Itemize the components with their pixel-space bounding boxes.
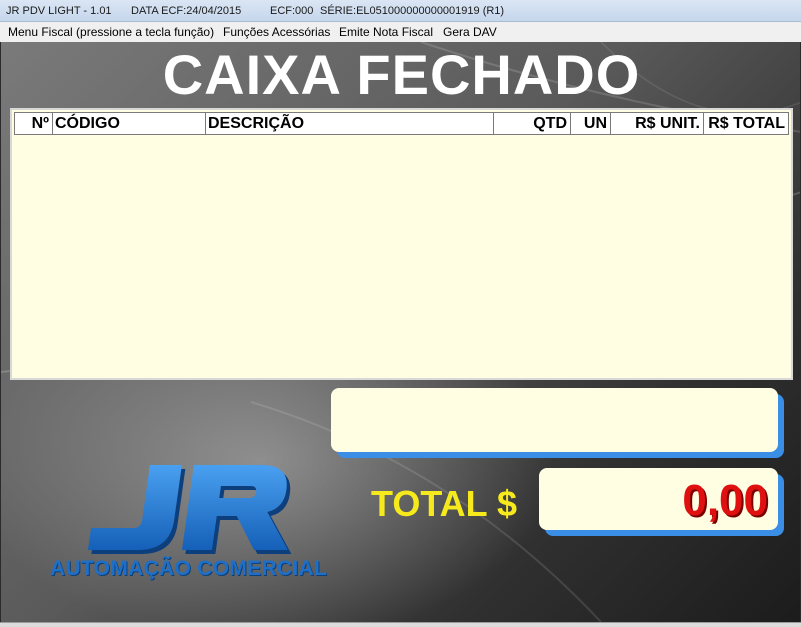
ecf-number: ECF:000 [270,5,314,17]
total-label: TOTAL $ [371,483,518,524]
total-value: 0,00 [682,476,768,525]
ecf-serial: SÉRIE:EL051000000000001919 (R1) [320,5,505,17]
logo-tagline: AUTOMAÇÃO COMERCIAL [50,557,328,580]
column-code[interactable]: CÓDIGO [53,113,206,134]
menu-fiscal[interactable]: Menu Fiscal (pressione a tecla função) [8,25,214,39]
items-grid[interactable]: Nº CÓDIGO DESCRIÇÃO QTD UN R$ UNIT. R$ T… [10,108,793,380]
total-box: 0,00 [539,468,778,530]
menu-emite-nota-fiscal[interactable]: Emite Nota Fiscal [339,25,433,39]
column-quantity[interactable]: QTD [494,113,571,134]
column-number[interactable]: Nº [15,113,53,134]
column-description[interactable]: DESCRIÇÃO [206,113,494,134]
app-title: JR PDV LIGHT - 1.01 [6,5,112,17]
menu-funcoes-acessorias[interactable]: Funções Acessórias [223,25,330,39]
status-title: CAIXA FECHADO [162,43,641,106]
column-unit[interactable]: UN [571,113,611,134]
grid-header: Nº CÓDIGO DESCRIÇÃO QTD UN R$ UNIT. R$ T… [14,112,789,135]
status-bar [0,622,801,627]
ecf-date: DATA ECF:24/04/2015 [131,5,242,17]
column-unit-price[interactable]: R$ UNIT. [611,113,704,134]
menu-gera-dav[interactable]: Gera DAV [443,25,497,39]
message-box [331,388,778,452]
main-panel: CAIXA FECHADO Nº CÓDIGO DESCRIÇÃO QTD UN… [0,42,801,622]
menu-bar: Menu Fiscal (pressione a tecla função) F… [0,22,801,42]
column-total-price[interactable]: R$ TOTAL [704,113,788,134]
title-bar: JR PDV LIGHT - 1.01 DATA ECF:24/04/2015 … [0,0,801,22]
